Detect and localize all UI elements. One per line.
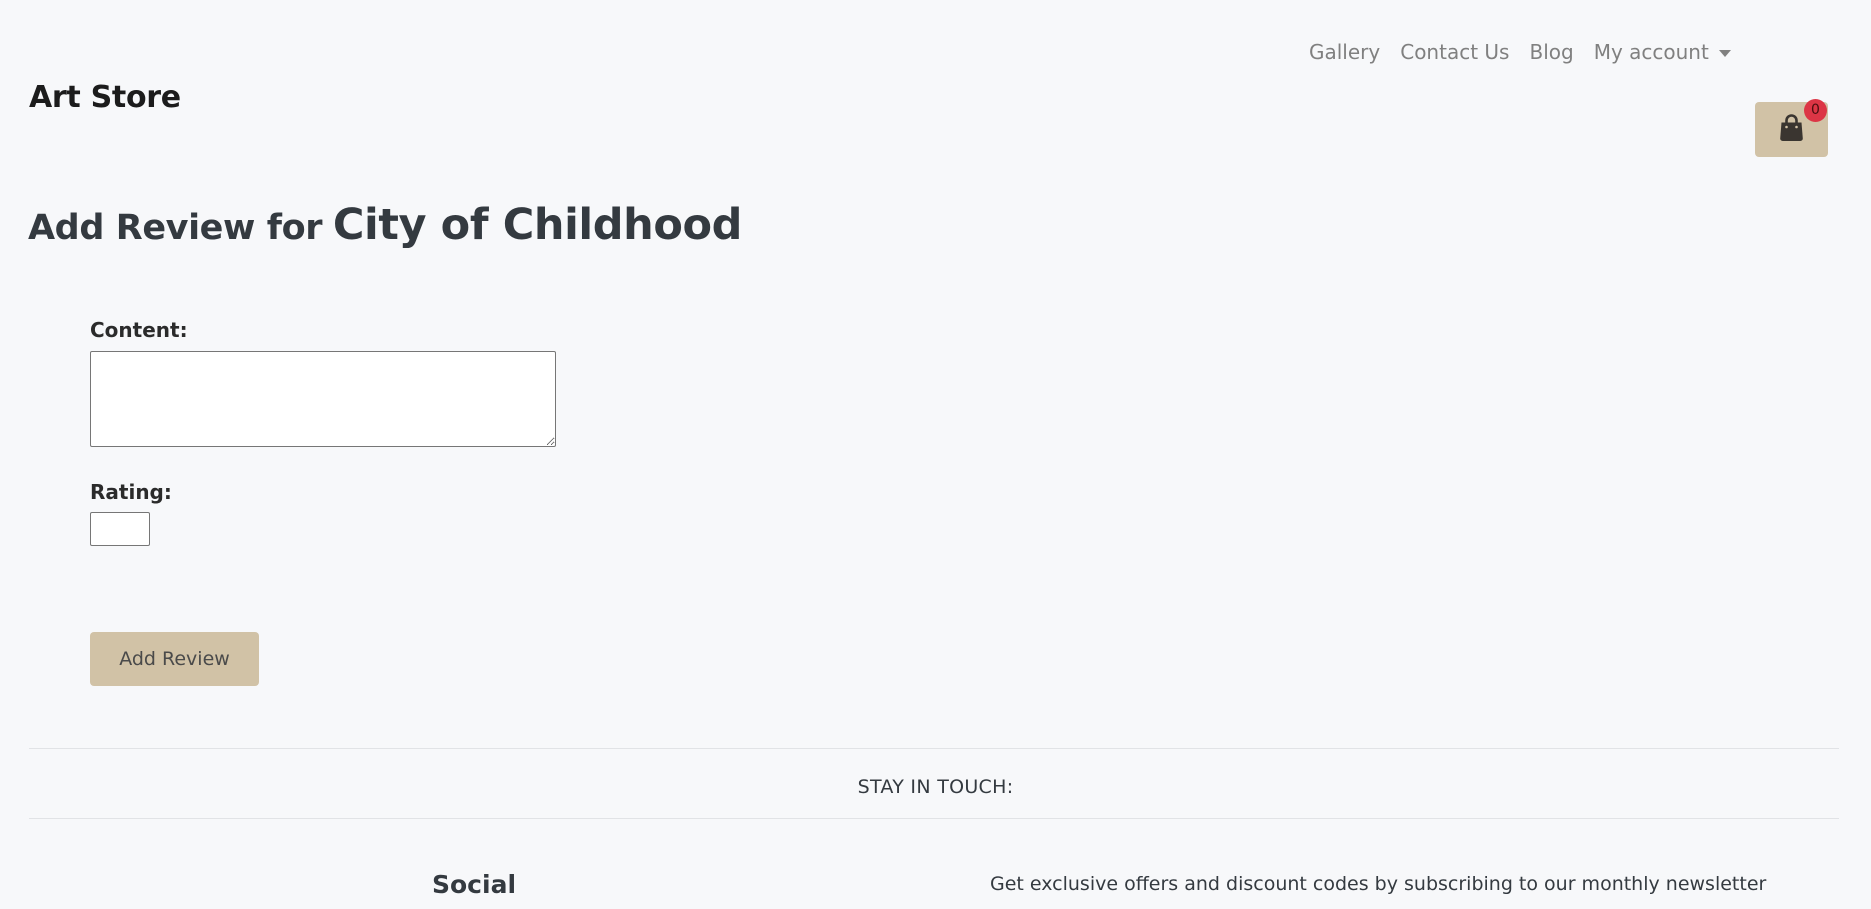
footer-divider-top (29, 748, 1839, 749)
product-name: City of Childhood (332, 200, 743, 250)
add-review-button[interactable]: Add Review (90, 632, 259, 686)
my-account-label: My account (1593, 40, 1709, 64)
nav-link-contact-us[interactable]: Contact Us (1400, 40, 1509, 64)
main-nav: Gallery Contact Us Blog My account (1309, 40, 1731, 64)
cart-button[interactable]: 0 (1755, 99, 1828, 157)
content-textarea[interactable] (90, 351, 556, 447)
cart-count-badge: 0 (1804, 99, 1827, 122)
nav-link-blog[interactable]: Blog (1529, 40, 1573, 64)
nav-link-gallery[interactable]: Gallery (1309, 40, 1380, 64)
newsletter-text: Get exclusive offers and discount codes … (990, 873, 1767, 895)
shopping-bag-icon (1779, 114, 1804, 146)
page-title: Add Review for City of Childhood (28, 200, 742, 250)
my-account-dropdown[interactable]: My account (1594, 40, 1731, 64)
rating-label: Rating: (90, 480, 172, 504)
content-label: Content: (90, 318, 188, 342)
brand-logo[interactable]: Art Store (29, 80, 181, 115)
caret-down-icon (1718, 49, 1731, 57)
footer-divider-bottom (29, 818, 1839, 819)
page-title-prefix: Add Review for (28, 208, 323, 248)
social-heading: Social (432, 870, 517, 899)
rating-input[interactable] (90, 512, 150, 546)
stay-in-touch-heading: STAY IN TOUCH: (857, 776, 1014, 798)
